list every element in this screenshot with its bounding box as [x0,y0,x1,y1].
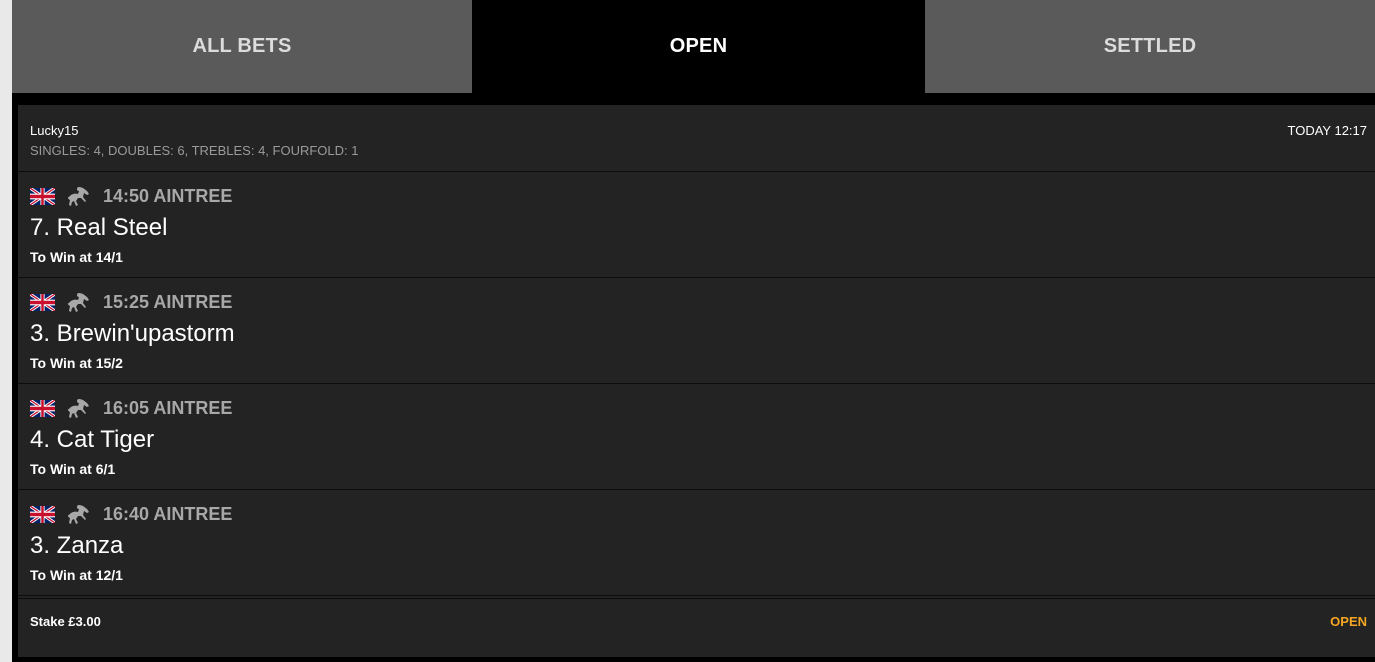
uk-flag-icon [30,505,55,523]
tab-settled[interactable]: SETTLED [925,0,1375,93]
bet-card[interactable]: Lucky15 SINGLES: 4, DOUBLES: 6, TREBLES:… [18,105,1375,657]
selection-row: 16:40 AINTREE 3. Zanza To Win at 12/1 [18,490,1375,596]
bet-card-header: Lucky15 SINGLES: 4, DOUBLES: 6, TREBLES:… [18,105,1375,172]
selection-row: 16:05 AINTREE 4. Cat Tiger To Win at 6/1 [18,384,1375,490]
bet-history-panel: ALL BETS OPEN SETTLED Lucky15 SINGLES: 4… [12,0,1375,662]
selection-odds: To Win at 14/1 [30,249,123,265]
runner-name: 7. Real Steel [30,214,168,241]
selection-odds: To Win at 12/1 [30,567,123,583]
race-time-venue: 16:05 AINTREE [103,397,233,418]
race-time-venue: 16:40 AINTREE [103,503,233,524]
bet-card-footer: Stake £3.00 OPEN [18,598,1375,644]
selection-odds: To Win at 15/2 [30,355,123,371]
bet-status-badge: OPEN [1330,614,1367,629]
horse-racing-icon [67,505,89,524]
uk-flag-icon [30,293,55,311]
horse-racing-icon [67,293,89,312]
runner-name: 4. Cat Tiger [30,426,155,453]
selection-odds: To Win at 6/1 [30,461,116,477]
bet-breakdown: SINGLES: 4, DOUBLES: 6, TREBLES: 4, FOUR… [30,143,359,158]
tab-all-bets[interactable]: ALL BETS [12,0,472,93]
runner-name: 3. Zanza [30,532,124,559]
selection-row: 14:50 AINTREE 7. Real Steel To Win at 14… [18,172,1375,278]
horse-racing-icon [67,399,89,418]
horse-racing-icon [67,187,89,206]
uk-flag-icon [30,399,55,417]
bet-placed-time: TODAY 12:17 [1287,123,1368,138]
bet-filter-tabs: ALL BETS OPEN SETTLED [12,0,1375,93]
tab-open[interactable]: OPEN [472,0,925,93]
race-time-venue: 14:50 AINTREE [103,185,233,206]
uk-flag-icon [30,187,55,205]
selection-row: 15:25 AINTREE 3. Brewin'upastorm To Win … [18,278,1375,384]
selection-list: 14:50 AINTREE 7. Real Steel To Win at 14… [18,172,1375,596]
runner-name: 3. Brewin'upastorm [30,320,235,347]
stake-amount: Stake £3.00 [30,614,101,629]
bet-type: Lucky15 [30,123,79,138]
race-time-venue: 15:25 AINTREE [103,291,233,312]
